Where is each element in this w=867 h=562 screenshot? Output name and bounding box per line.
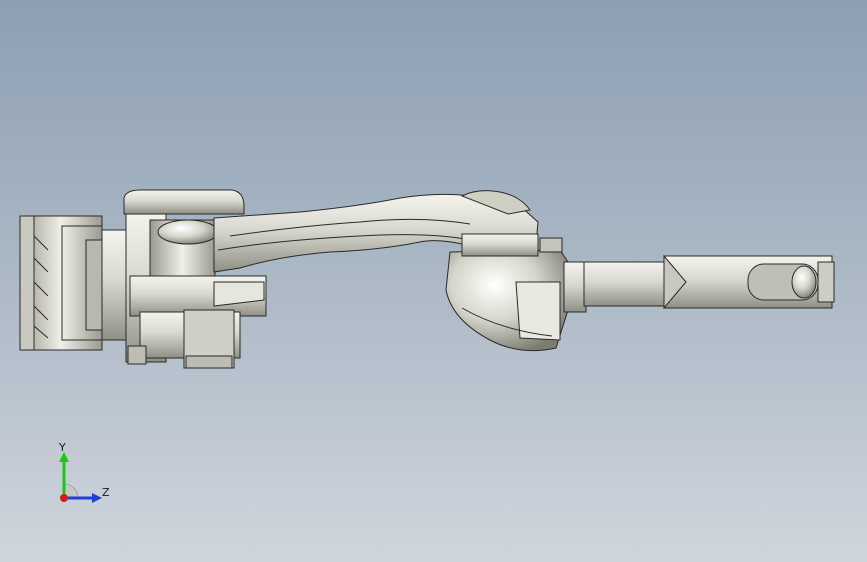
base-flange [19,215,129,351]
robot-arm-model[interactable] [0,0,867,562]
y-axis-label: Y [59,441,66,454]
cad-viewport[interactable]: Y Z [0,0,867,562]
z-axis-label: Z [102,486,110,499]
wrist-housing [445,233,569,352]
forearm-tube [563,261,667,313]
x-axis-dot [60,494,68,502]
z-axis-head [92,493,102,503]
end-effector [663,254,835,310]
